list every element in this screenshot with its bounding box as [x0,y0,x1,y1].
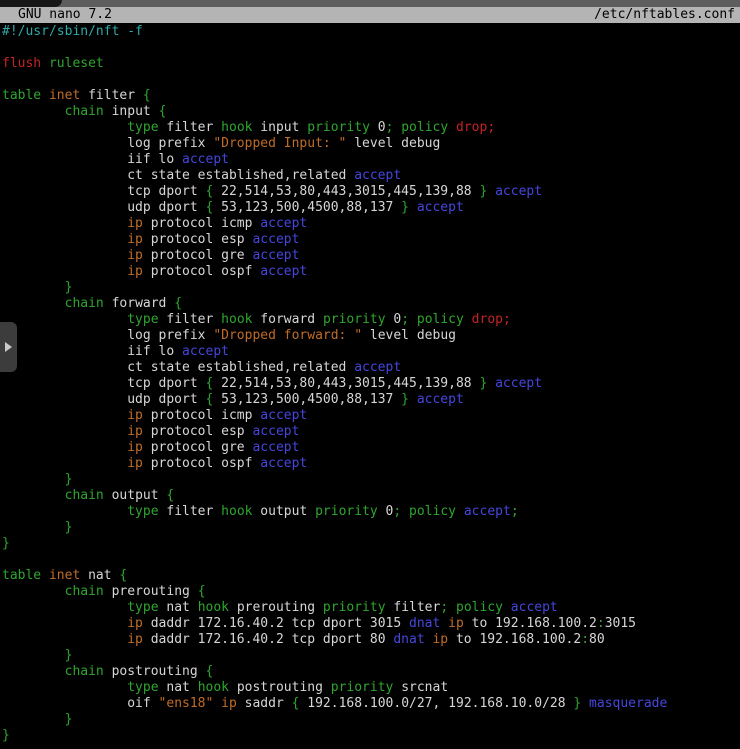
code-line: iif lo accept [0,344,740,360]
code-line: iif lo accept [0,152,740,168]
code-line: } [0,280,740,296]
chevron-right-icon [5,342,12,352]
code-line: } [0,728,740,744]
code-line: } [0,648,740,664]
code-line: chain forward { [0,296,740,312]
code-line: ip protocol esp accept [0,232,740,248]
code-line: flush ruleset [0,56,740,72]
code-line: ip daddr 172.16.40.2 tcp dport 80 dnat i… [0,632,740,648]
code-line: } [0,712,740,728]
code-line: } [0,536,740,552]
code-line: } [0,520,740,536]
code-line: } [0,472,740,488]
editor-area[interactable]: #!/usr/sbin/nft -f flush ruleset table i… [0,23,740,749]
window-corner-notch [0,0,62,7]
code-line: #!/usr/sbin/nft -f [0,24,740,40]
code-line: ip protocol ospf accept [0,264,740,280]
code-line: ip protocol gre accept [0,440,740,456]
code-line: log prefix "Dropped forward: " level deb… [0,328,740,344]
code-line: type filter hook input priority 0; polic… [0,120,740,136]
code-line: chain postrouting { [0,664,740,680]
code-line: type filter hook output priority 0; poli… [0,504,740,520]
code-line: chain prerouting { [0,584,740,600]
code-line: ip protocol esp accept [0,424,740,440]
code-line: udp dport { 53,123,500,4500,88,137 } acc… [0,392,740,408]
code-line: tcp dport { 22,514,53,80,443,3015,445,13… [0,184,740,200]
sidebar-expand-handle[interactable] [0,322,17,372]
nano-title-bar: GNU nano 7.2 /etc/nftables.conf [0,7,740,23]
code-line: table inet filter { [0,88,740,104]
screen-top-edge [0,0,740,7]
code-line [0,552,740,568]
code-line: ip protocol ospf accept [0,456,740,472]
code-line: ct state established,related accept [0,360,740,376]
file-path: /etc/nftables.conf [594,7,740,23]
code-line: oif "ens18" ip saddr { 192.168.100.0/27,… [0,696,740,712]
code-line: ip daddr 172.16.40.2 tcp dport 3015 dnat… [0,616,740,632]
code-line [0,40,740,56]
code-line: chain output { [0,488,740,504]
terminal-screen: GNU nano 7.2 /etc/nftables.conf #!/usr/s… [0,0,740,749]
code-line: tcp dport { 22,514,53,80,443,3015,445,13… [0,376,740,392]
code-line: type filter hook forward priority 0; pol… [0,312,740,328]
code-line: ct state established,related accept [0,168,740,184]
code-line: table inet nat { [0,568,740,584]
code-line: ip protocol icmp accept [0,216,740,232]
code-line: type nat hook prerouting priority filter… [0,600,740,616]
code-line: ip protocol gre accept [0,248,740,264]
app-version: GNU nano 7.2 [0,7,112,23]
code-line: ip protocol icmp accept [0,408,740,424]
code-line: log prefix "Dropped Input: " level debug [0,136,740,152]
code-line: udp dport { 53,123,500,4500,88,137 } acc… [0,200,740,216]
code-line: type nat hook postrouting priority srcna… [0,680,740,696]
code-line: chain input { [0,104,740,120]
code-line [0,72,740,88]
